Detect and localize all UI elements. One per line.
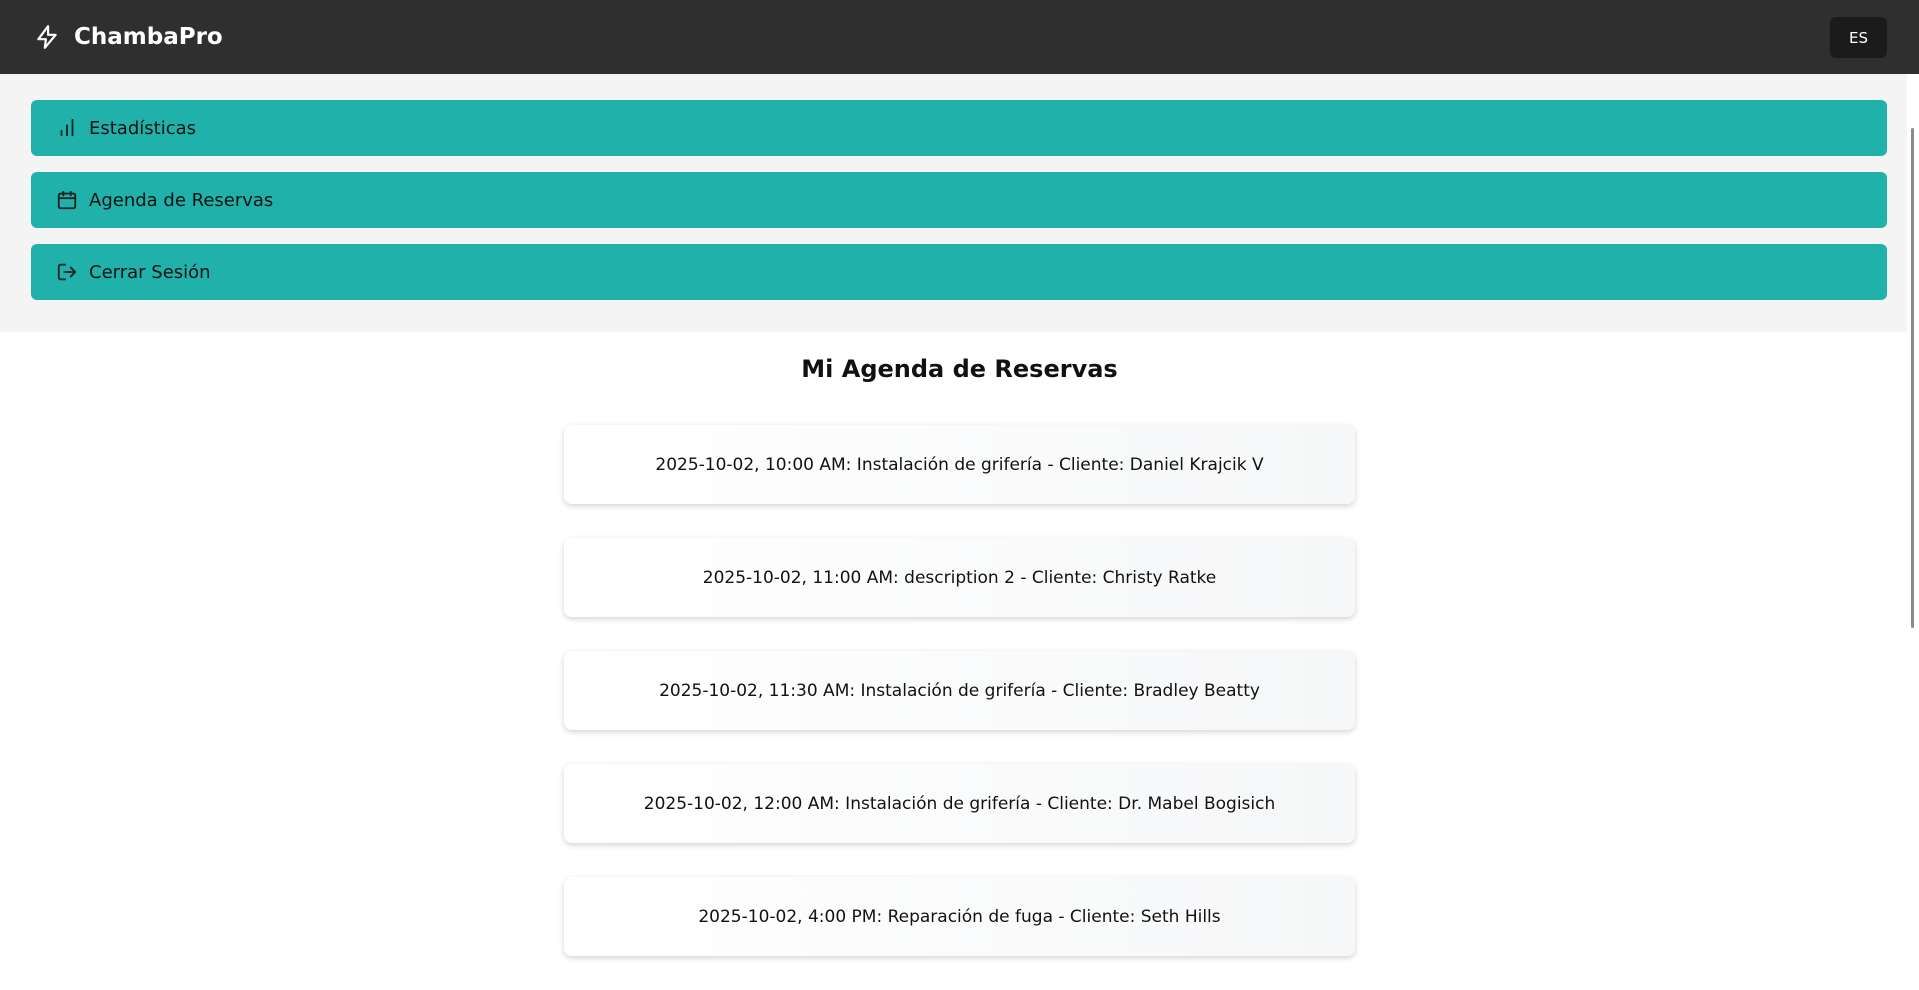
menu-item-bookings[interactable]: Agenda de Reservas bbox=[31, 172, 1887, 228]
menu-item-label: Estadísticas bbox=[89, 117, 197, 139]
page-title: Mi Agenda de Reservas bbox=[801, 355, 1118, 383]
calendar-icon bbox=[55, 188, 79, 212]
brand-name: ChambaPro bbox=[74, 24, 223, 50]
language-button[interactable]: ES bbox=[1830, 17, 1887, 58]
top-navbar: ChambaPro ES bbox=[0, 0, 1919, 74]
bar-chart-icon bbox=[55, 116, 79, 140]
booking-item[interactable]: 2025-10-02, 4:00 PM: Reparación de fuga … bbox=[564, 877, 1355, 956]
scrollbar[interactable] bbox=[1907, 74, 1919, 915]
logout-icon bbox=[55, 260, 79, 284]
booking-item[interactable]: 2025-10-02, 12:00 AM: Instalación de gri… bbox=[564, 764, 1355, 843]
menu-item-label: Cerrar Sesión bbox=[89, 261, 211, 283]
brand[interactable]: ChambaPro bbox=[32, 22, 223, 52]
menu-panel: Estadísticas Agenda de Reservas Cerrar S… bbox=[0, 74, 1919, 332]
bolt-icon bbox=[32, 22, 62, 52]
menu-item-label: Agenda de Reservas bbox=[89, 189, 274, 211]
booking-item[interactable]: 2025-10-02, 11:00 AM: description 2 - Cl… bbox=[564, 538, 1355, 617]
menu-item-statistics[interactable]: Estadísticas bbox=[31, 100, 1887, 156]
menu-item-logout[interactable]: Cerrar Sesión bbox=[31, 244, 1887, 300]
booking-list: 2025-10-02, 10:00 AM: Instalación de gri… bbox=[564, 425, 1355, 990]
scrollbar-thumb[interactable] bbox=[1911, 128, 1914, 628]
booking-item[interactable]: 2025-10-02, 11:30 AM: Instalación de gri… bbox=[564, 651, 1355, 730]
booking-item[interactable]: 2025-10-02, 10:00 AM: Instalación de gri… bbox=[564, 425, 1355, 504]
